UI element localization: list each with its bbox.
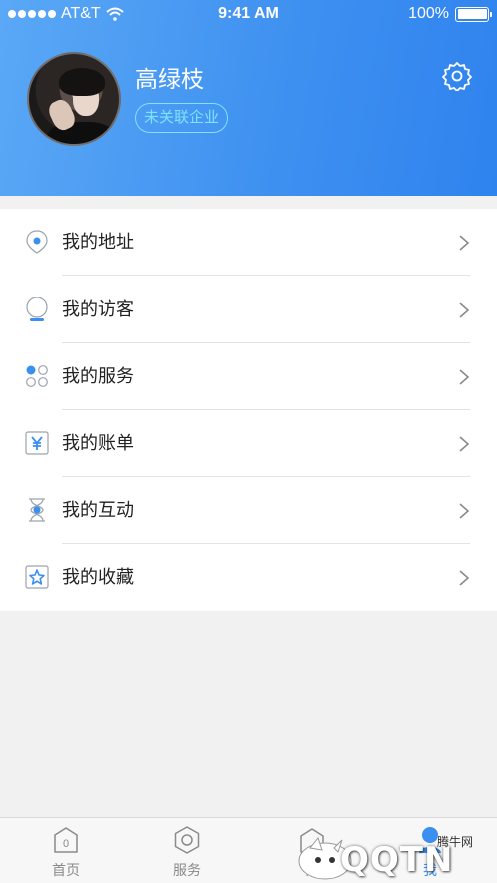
menu-item-bills[interactable]: 我的账单 <box>0 410 497 477</box>
profile-header: AT&T 9:41 AM 100% 高绿枝 未关联企业 <box>0 0 497 196</box>
menu-item-favorites[interactable]: 我的收藏 <box>0 544 497 611</box>
battery-percent: 100% <box>408 5 449 22</box>
hourglass-icon <box>29 498 45 522</box>
menu-item-interactions[interactable]: 我的互动 <box>0 477 497 544</box>
watermark-small-text: 腾牛网 <box>437 835 474 849</box>
company-badge[interactable]: 未关联企业 <box>135 103 228 133</box>
menu-item-label: 我的互动 <box>62 500 134 520</box>
tab-services[interactable]: 服务 <box>142 818 232 883</box>
menu-item-label: 我的账单 <box>62 433 134 453</box>
status-bar: AT&T 9:41 AM 100% <box>0 0 497 30</box>
tab-label: 首页 <box>52 862 80 878</box>
settings-gear-icon[interactable] <box>442 61 472 91</box>
menu-item-services[interactable]: 我的服务 <box>0 343 497 410</box>
menu-item-label: 我的访客 <box>62 299 134 319</box>
home-icon: 0 <box>54 827 78 853</box>
chevron-right-icon <box>459 436 470 452</box>
service-dots-icon <box>26 365 48 387</box>
avatar[interactable] <box>27 52 121 146</box>
tab-home[interactable]: 0 首页 <box>21 818 111 883</box>
profile-menu: 我的地址 我的访客 我的服务 我的账单 我的互动 我的收藏 <box>0 209 497 611</box>
star-icon <box>25 565 49 589</box>
menu-item-visitors[interactable]: 我的访客 <box>0 276 497 343</box>
menu-item-label: 我的服务 <box>62 366 134 386</box>
yen-bill-icon <box>25 431 49 455</box>
tab-label: 服务 <box>173 862 201 878</box>
visitor-icon <box>26 297 48 321</box>
user-name: 高绿枝 <box>135 66 204 92</box>
location-pin-icon <box>26 230 48 254</box>
hexagon-icon <box>174 826 200 854</box>
chevron-right-icon <box>459 503 470 519</box>
battery-icon <box>455 6 492 22</box>
menu-item-label: 我的收藏 <box>62 567 134 587</box>
chevron-right-icon <box>459 570 470 586</box>
home-badge: 0 <box>63 838 69 850</box>
chevron-right-icon <box>459 302 470 318</box>
chevron-right-icon <box>459 369 470 385</box>
menu-item-label: 我的地址 <box>62 232 134 252</box>
chevron-right-icon <box>459 235 470 251</box>
menu-item-address[interactable]: 我的地址 <box>0 209 497 276</box>
